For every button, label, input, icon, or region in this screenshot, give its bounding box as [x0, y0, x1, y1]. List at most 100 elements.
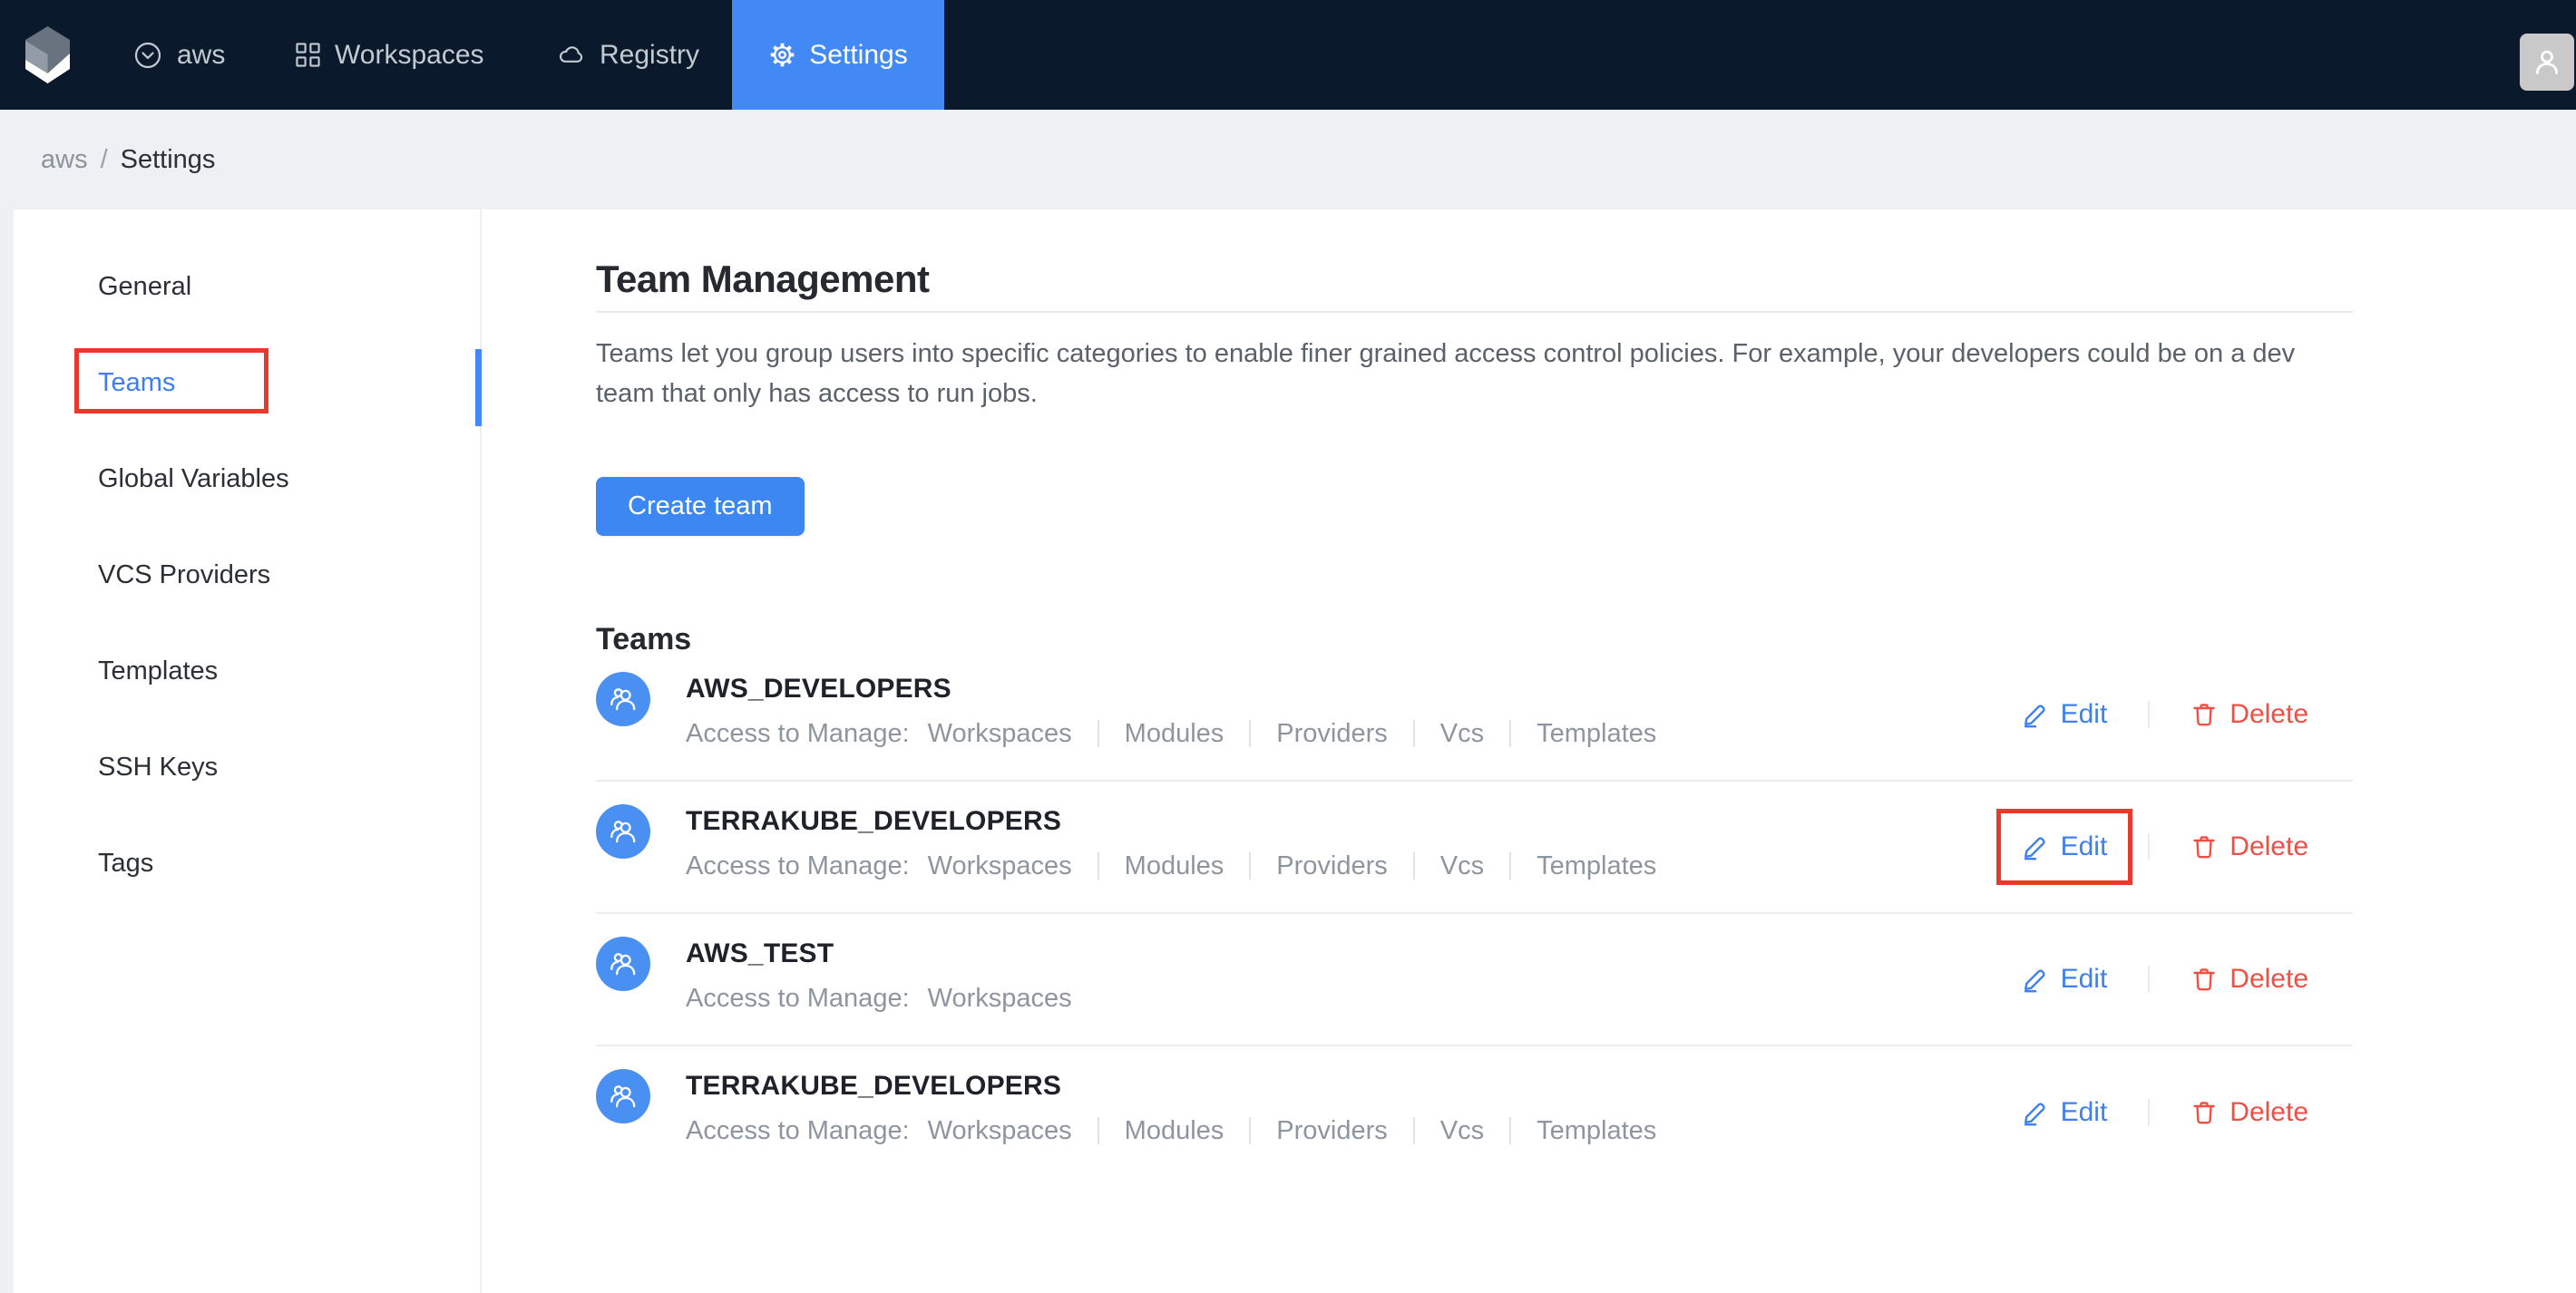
access-divider [1413, 720, 1415, 747]
delete-button[interactable]: Delete [2191, 964, 2308, 995]
org-label: aws [177, 40, 225, 71]
pencil-icon [2022, 833, 2049, 860]
sidebar-item[interactable]: SSH Keys [14, 749, 480, 785]
breadcrumb-separator: / [101, 145, 108, 175]
access-item: Vcs [1388, 715, 1484, 752]
sidebar-item[interactable]: VCS Providers [14, 557, 480, 593]
delete-button[interactable]: Delete [2191, 831, 2308, 862]
access-label: Access to Manage: [686, 1113, 910, 1149]
delete-button[interactable]: Delete [2191, 699, 2308, 730]
access-divider [1509, 720, 1511, 747]
actions-divider [2148, 1099, 2150, 1126]
access-item-label: Modules [1125, 1113, 1225, 1149]
access-item: Workspaces [928, 980, 1072, 1016]
access-item-label: Templates [1537, 1113, 1656, 1149]
edit-button[interactable]: Edit [2022, 1097, 2108, 1128]
tab-workspaces[interactable]: Workspaces [296, 0, 484, 110]
sidebar-active-indicator [475, 349, 482, 426]
access-item: Providers [1224, 1113, 1388, 1149]
access-divider [1098, 1117, 1099, 1144]
edit-button[interactable]: Edit [2022, 699, 2108, 730]
team-info: TERRAKUBE_DEVELOPERS Access to Manage: W… [686, 804, 1656, 884]
access-item: Workspaces [928, 1113, 1072, 1149]
access-item-label: Workspaces [928, 715, 1072, 752]
access-item-label: Vcs [1440, 848, 1484, 884]
trash-icon [2191, 966, 2218, 993]
edit-button-label: Edit [2061, 831, 2108, 862]
access-items: Workspaces Modules Providers [928, 848, 1657, 884]
access-item-label: Providers [1276, 715, 1388, 752]
access-divider [1249, 852, 1251, 880]
edit-button[interactable]: Edit [2022, 964, 2108, 995]
access-item: Templates [1484, 848, 1656, 884]
title-divider [596, 311, 2353, 313]
tab-registry[interactable]: Registry [557, 0, 699, 110]
tab-settings-label: Settings [809, 40, 907, 71]
access-divider [1249, 720, 1251, 747]
team-actions: Edit Delete [2022, 964, 2308, 995]
access-item-label: Modules [1125, 715, 1225, 752]
edit-button[interactable]: Edit [2022, 831, 2108, 862]
breadcrumb-org[interactable]: aws [41, 145, 88, 175]
access-item-label: Templates [1537, 715, 1656, 752]
trash-icon [2191, 701, 2218, 728]
team-name: AWS_TEST [686, 937, 1072, 971]
user-avatar[interactable] [2520, 34, 2574, 91]
team-avatar [596, 1069, 650, 1123]
sidebar-item[interactable]: General [14, 268, 480, 305]
access-divider [1413, 852, 1415, 880]
page-description: Teams let you group users into specific … [596, 334, 2337, 413]
org-selector[interactable]: aws [133, 0, 225, 110]
team-row: AWS_TEST Access to Manage: Workspaces [596, 914, 2353, 1046]
trash-icon [2191, 1099, 2218, 1126]
access-item-label: Providers [1276, 1113, 1388, 1149]
delete-button-label: Delete [2230, 1097, 2308, 1128]
team-info: AWS_DEVELOPERS Access to Manage: Workspa… [686, 672, 1656, 752]
top-navbar: aws Workspaces Registry [0, 0, 2576, 110]
pencil-icon [2022, 701, 2049, 728]
down-circle-icon [133, 41, 162, 70]
page-title: Team Management [596, 258, 930, 301]
access-item: Vcs [1388, 848, 1484, 884]
team-avatar [596, 937, 650, 991]
team-avatar [596, 804, 650, 859]
access-divider [1249, 1117, 1251, 1144]
sidebar-item[interactable]: Templates [14, 653, 480, 689]
pencil-icon [2022, 966, 2049, 993]
access-item: Templates [1484, 1113, 1656, 1149]
access-item: Templates [1484, 715, 1656, 752]
tab-registry-label: Registry [600, 40, 699, 71]
team-info: AWS_TEST Access to Manage: Workspaces [686, 937, 1072, 1016]
access-item-label: Vcs [1440, 715, 1484, 752]
team-icon [607, 1080, 639, 1113]
sidebar-item[interactable]: Teams [14, 365, 480, 401]
team-name: AWS_DEVELOPERS [686, 672, 1656, 706]
access-item: Modules [1072, 848, 1225, 884]
team-row: TERRAKUBE_DEVELOPERS Access to Manage: W… [596, 1046, 2353, 1179]
access-item: Providers [1224, 715, 1388, 752]
access-item: Modules [1072, 715, 1225, 752]
access-items: Workspaces Modules Providers [928, 1113, 1657, 1149]
edit-button-label: Edit [2061, 699, 2108, 730]
team-row: AWS_DEVELOPERS Access to Manage: Workspa… [596, 649, 2353, 782]
access-label: Access to Manage: [686, 848, 910, 884]
create-team-button[interactable]: Create team [596, 477, 805, 536]
terrakube-logo-icon [23, 26, 73, 83]
team-name: TERRAKUBE_DEVELOPERS [686, 804, 1656, 839]
settings-sidebar: General Teams Global Variables VCS Provi… [14, 209, 482, 1293]
delete-button[interactable]: Delete [2191, 1097, 2308, 1128]
team-name: TERRAKUBE_DEVELOPERS [686, 1069, 1656, 1103]
breadcrumb: aws / Settings [0, 110, 2576, 209]
sidebar-item[interactable]: Global Variables [14, 461, 480, 497]
team-actions: Edit Delete [2022, 831, 2308, 862]
actions-divider [2148, 833, 2150, 860]
main-content: Team Management Teams let you group user… [482, 209, 2576, 1293]
breadcrumb-current: Settings [121, 145, 216, 175]
tab-settings[interactable]: Settings [732, 0, 944, 110]
sidebar-item[interactable]: Tags [14, 845, 480, 881]
access-label: Access to Manage: [686, 715, 910, 752]
access-item-label: Providers [1276, 848, 1388, 884]
team-icon [607, 815, 639, 848]
access-item: Modules [1072, 1113, 1225, 1149]
team-icon [607, 948, 639, 980]
